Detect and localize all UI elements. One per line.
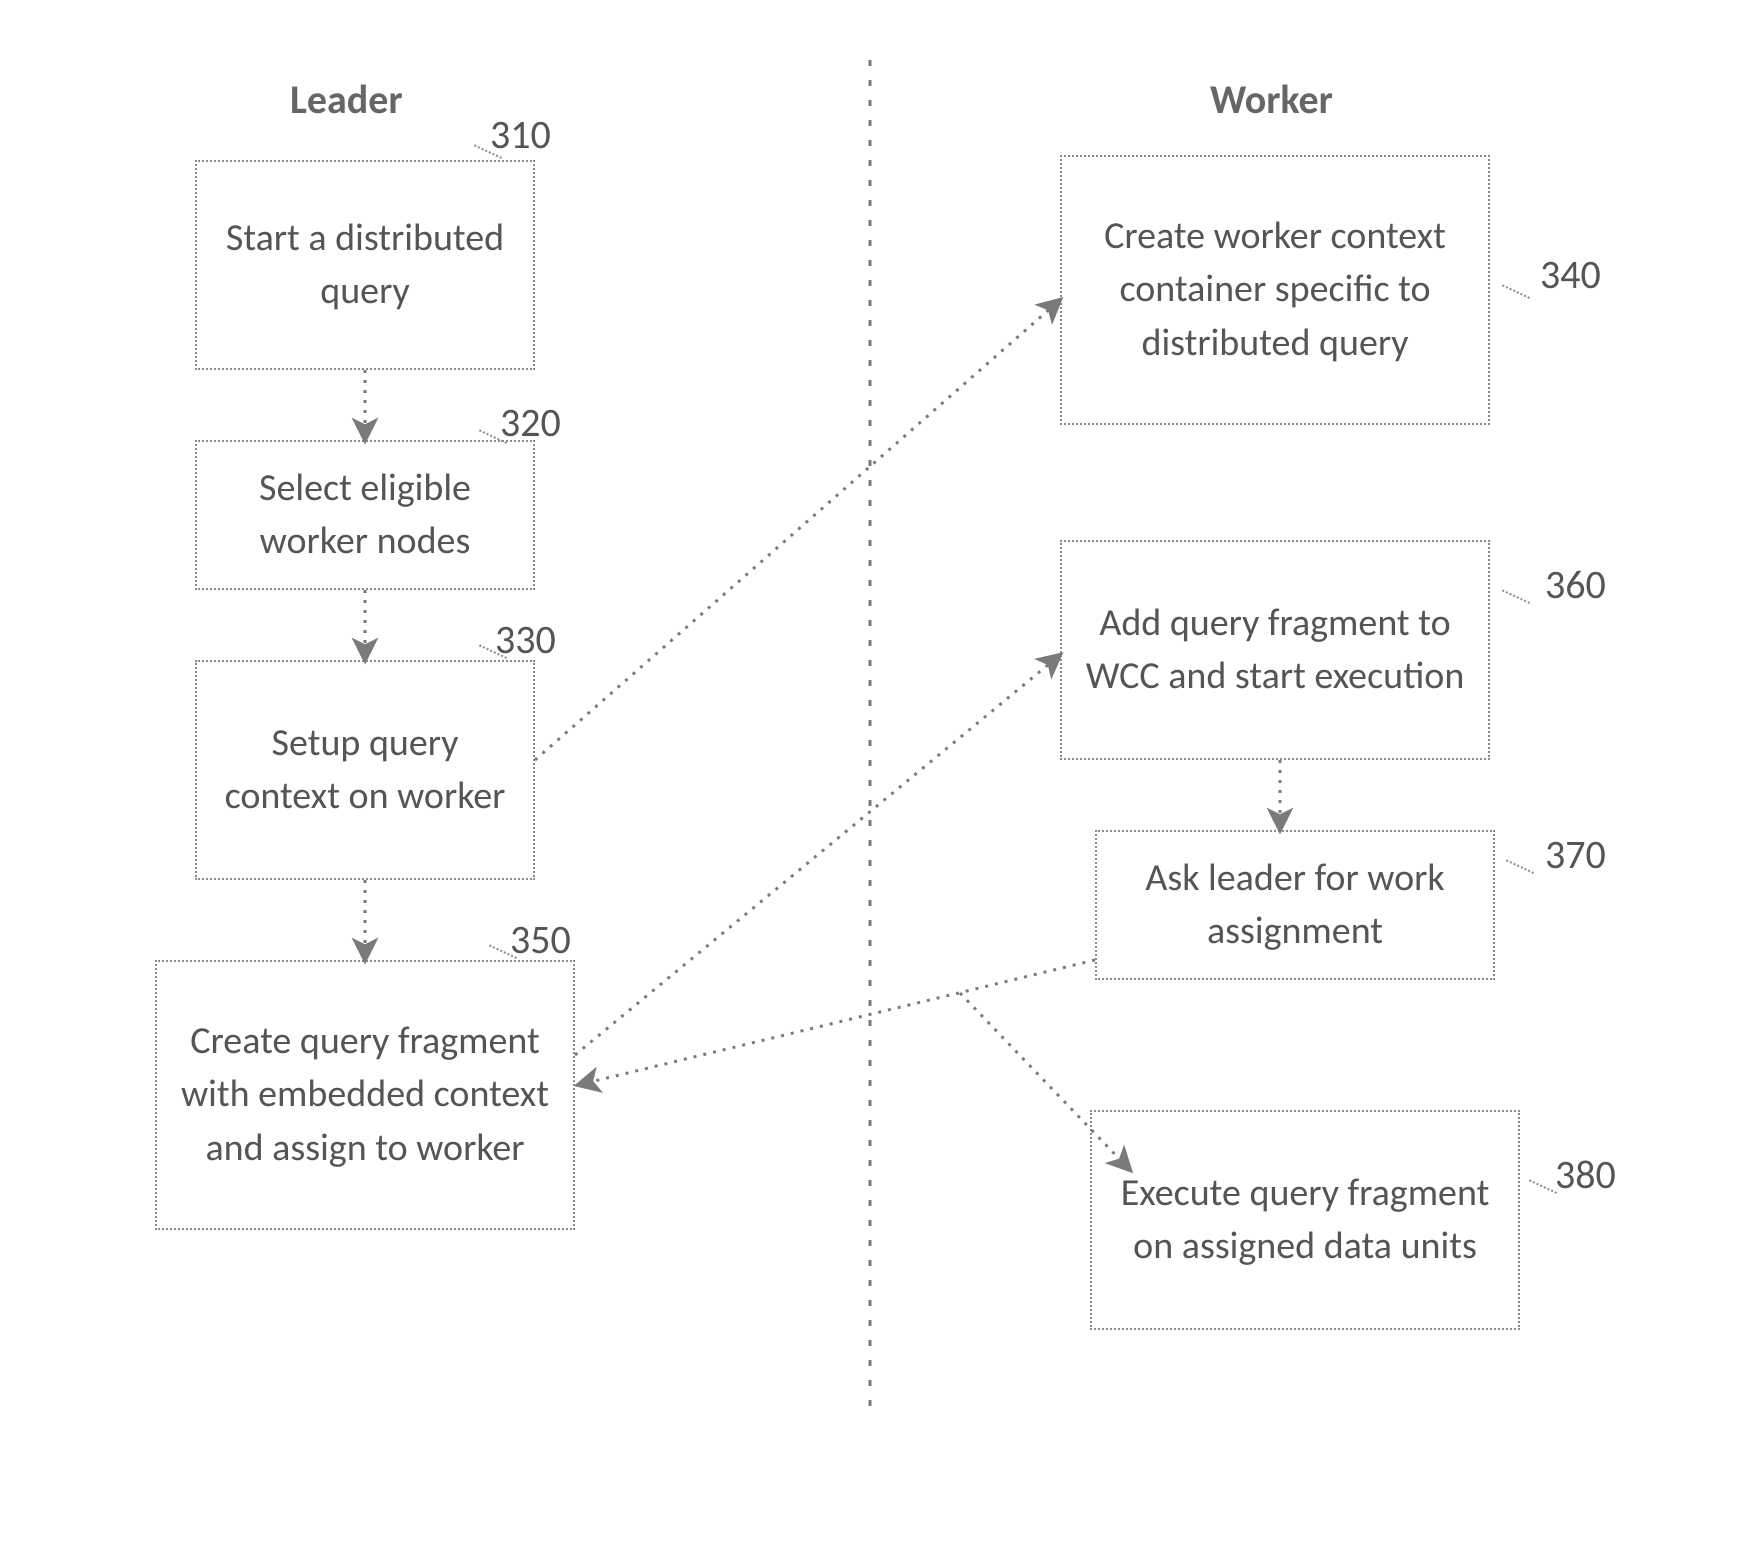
box-add-query-fragment: Add query fragment to WCC and start exec…: [1060, 540, 1490, 760]
ref-label-310: 310: [490, 110, 551, 159]
ref-label-360: 360: [1545, 560, 1606, 609]
worker-column-title: Worker: [1210, 75, 1333, 124]
leader-tick: [1496, 589, 1530, 616]
arrow-370-to-350: [578, 960, 1095, 1085]
ref-label-340: 340: [1540, 250, 1601, 299]
box-ask-leader: Ask leader for work assignment: [1095, 830, 1495, 980]
ref-label-350: 350: [510, 915, 571, 964]
leader-tick: [1500, 859, 1534, 886]
box-select-worker-nodes: Select eligible worker nodes: [195, 440, 535, 590]
leader-tick: [1496, 284, 1530, 311]
arrow-350-to-360: [575, 655, 1060, 1055]
leader-column-title: Leader: [290, 75, 403, 124]
diagram-canvas: Leader Worker Start a distributed query …: [0, 0, 1751, 1551]
ref-label-370: 370: [1545, 830, 1606, 879]
arrow-330-to-340: [535, 300, 1060, 760]
box-setup-query-context: Setup query context on worker: [195, 660, 535, 880]
ref-label-320: 320: [500, 398, 561, 447]
ref-label-380: 380: [1555, 1150, 1616, 1199]
leader-tick: [1523, 1179, 1557, 1206]
box-create-worker-context: Create worker context container specific…: [1060, 155, 1490, 425]
box-start-distributed-query: Start a distributed query: [195, 160, 535, 370]
box-create-query-fragment: Create query fragment with embedded cont…: [155, 960, 575, 1230]
box-execute-query-fragment: Execute query fragment on assigned data …: [1090, 1110, 1520, 1330]
